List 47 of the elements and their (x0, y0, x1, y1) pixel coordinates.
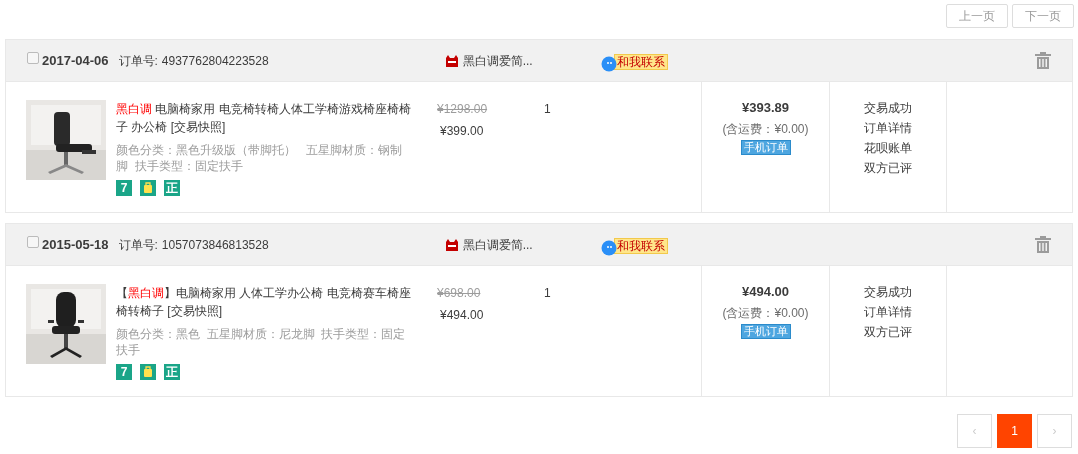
product-title[interactable]: 黑白调 电脑椅家用 电竞椅转椅人体工学椅游戏椅座椅椅子 办公椅 [交易快照] (116, 100, 416, 136)
service-badge: 正 (164, 180, 180, 196)
order-date: 2017-04-06 (42, 51, 109, 70)
chat-icon (600, 239, 617, 256)
mobile-order-tag: 手机订单 (740, 139, 791, 155)
product-specs: 颜色分类：黑色 五星脚材质：尼龙脚 扶手类型：固定扶手 (116, 326, 406, 358)
shop-icon (444, 54, 459, 67)
order-total: ¥393.89 (742, 99, 789, 117)
shop-name[interactable]: 黑白调爱简... (462, 235, 533, 254)
order-number: 4937762804223528 (161, 52, 269, 70)
chat-icon (600, 55, 617, 72)
order-action-link[interactable]: 双方已评 (864, 322, 912, 342)
order-number-label: 订单号: (118, 52, 158, 70)
order-number-label: 订单号: (118, 236, 158, 254)
shipping-fee: (含运费：¥0.00) (722, 304, 809, 322)
item-price: ¥494.00 (440, 307, 484, 324)
contact-button[interactable]: 和我联系 (613, 54, 668, 70)
quantity: 1 (544, 101, 551, 118)
order-number: 1057073846813528 (161, 236, 269, 254)
original-price: ¥1298.00 (437, 101, 488, 118)
order-action-link[interactable]: 花呗账单 (864, 138, 912, 158)
shop-name[interactable]: 黑白调爱简... (462, 51, 533, 70)
order-action-link[interactable]: 订单详情 (864, 302, 912, 322)
order-date: 2015-05-18 (42, 235, 109, 254)
contact-button[interactable]: 和我联系 (613, 238, 668, 254)
checkbox[interactable] (27, 51, 39, 64)
checkbox[interactable] (27, 235, 39, 248)
item-price: ¥399.00 (440, 123, 484, 140)
order-status: 交易成功 (864, 100, 912, 117)
service-badge: 7 (116, 364, 132, 380)
mobile-order-tag: 手机订单 (740, 323, 791, 339)
quantity: 1 (544, 285, 551, 302)
trash-icon[interactable] (1035, 52, 1051, 69)
order-action-link[interactable]: 双方已评 (864, 158, 912, 178)
trash-icon[interactable] (1035, 236, 1051, 253)
shop-icon (444, 238, 459, 251)
product-title[interactable]: 【黑白调】电脑椅家用 人体工学办公椅 电竞椅赛车椅座椅转椅子 [交易快照] (116, 284, 416, 320)
order-total: ¥494.00 (742, 283, 789, 301)
bag-icon (140, 180, 156, 196)
order-status: 交易成功 (864, 284, 912, 301)
product-specs: 颜色分类：黑色升级版（带脚托） 五星脚材质：钢制脚 扶手类型：固定扶手 (116, 142, 403, 174)
order-action-link[interactable]: 订单详情 (864, 118, 912, 138)
service-badge: 7 (116, 180, 132, 196)
service-badge: 正 (164, 364, 180, 380)
original-price: ¥698.00 (437, 285, 481, 302)
shipping-fee: (含运费：¥0.00) (722, 120, 809, 138)
bag-icon (140, 364, 156, 380)
